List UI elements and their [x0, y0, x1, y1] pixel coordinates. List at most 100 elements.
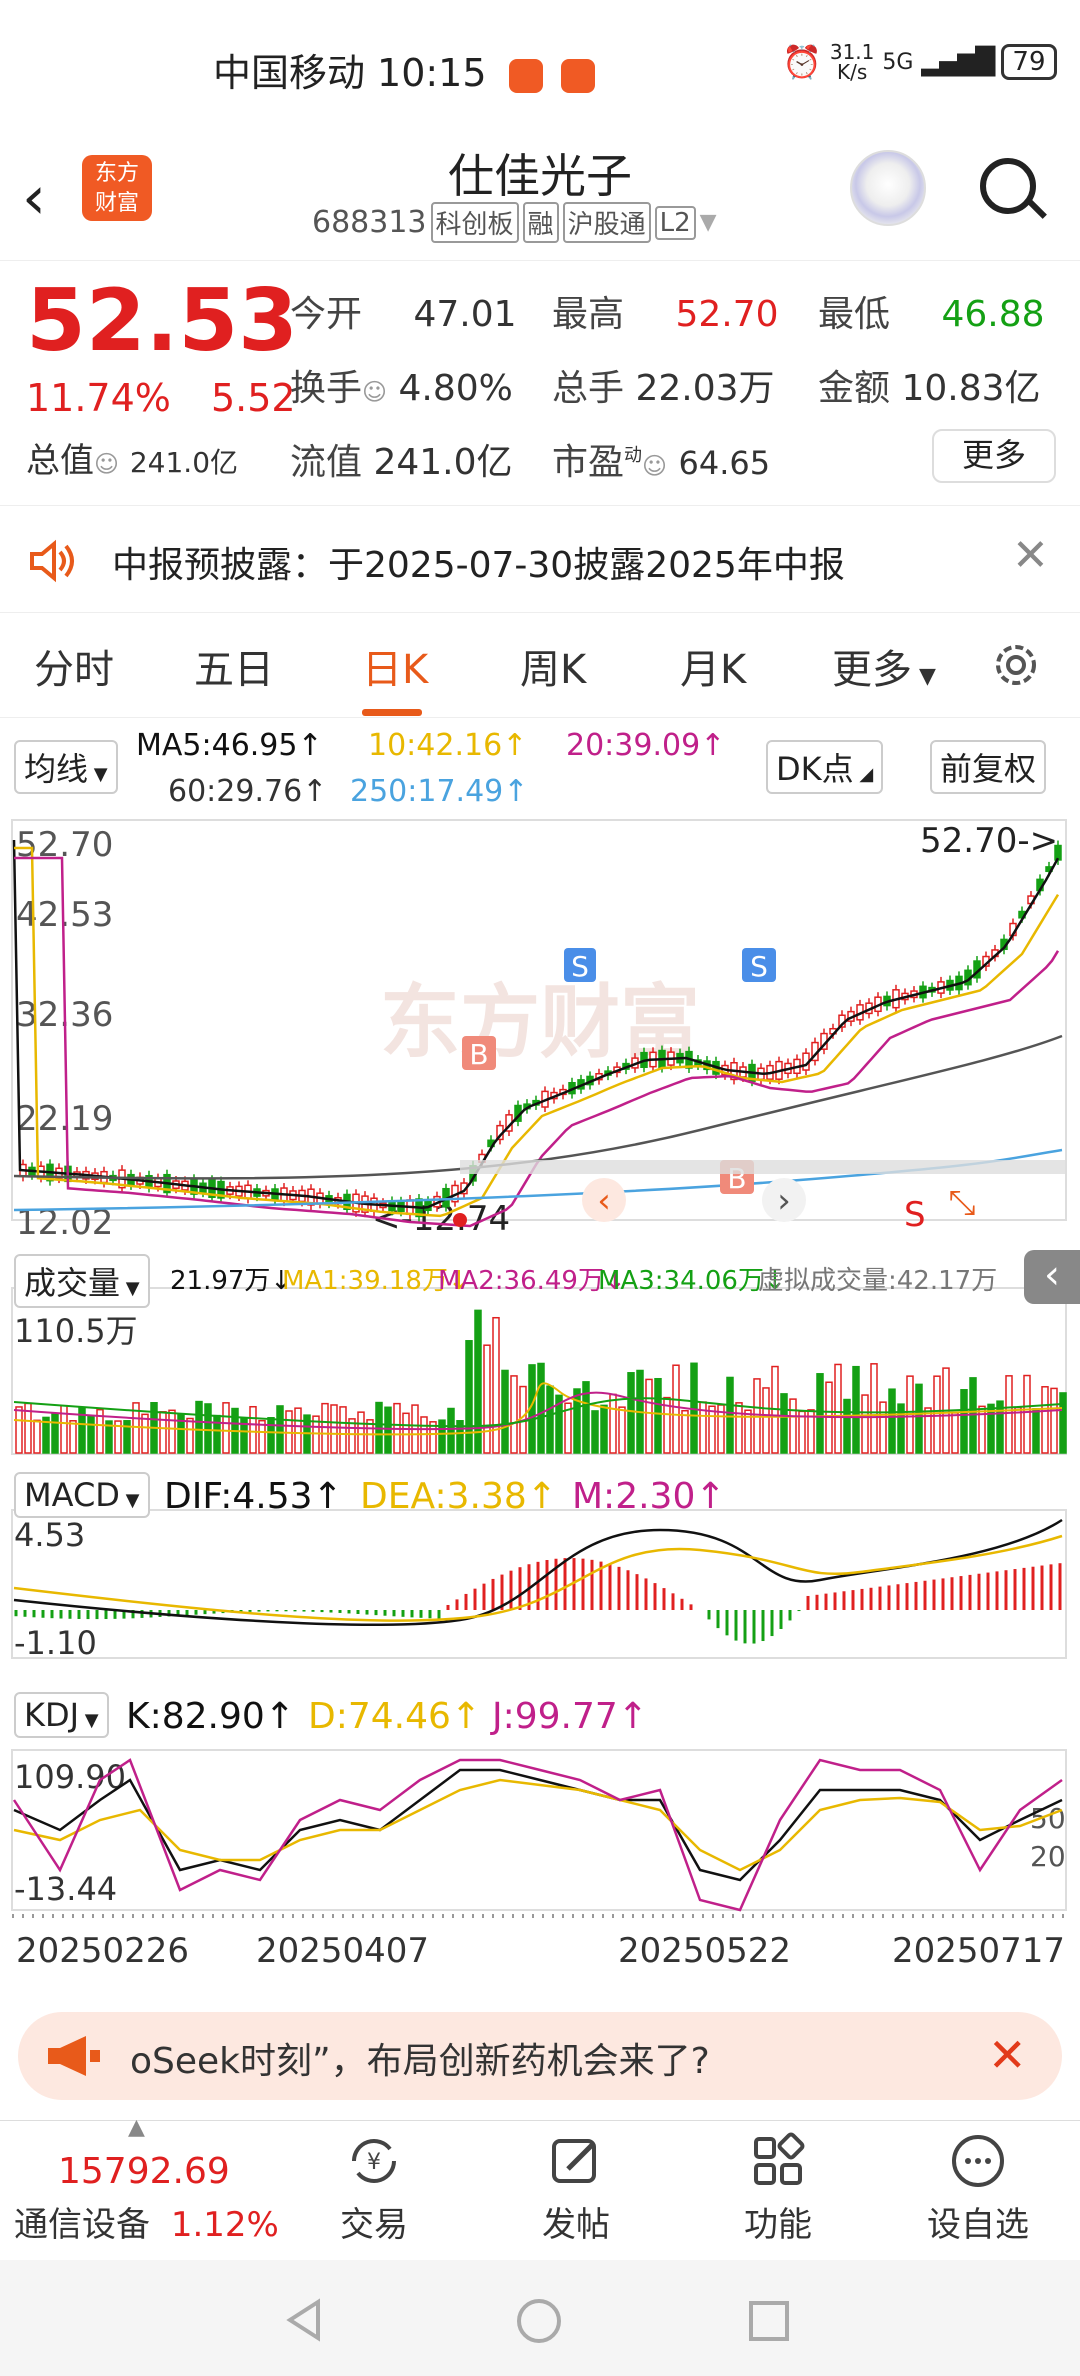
volume-bar	[321, 1402, 329, 1454]
low-cell: 最低 46.88	[818, 285, 1045, 337]
margin-tag: 融	[522, 202, 559, 243]
promo-banner[interactable]: oSeek时刻”，布局创新药机会来了? ✕	[18, 2012, 1062, 2100]
market-cap-value: 241.0亿	[129, 446, 239, 479]
open-cell: 今开 47.01	[290, 285, 517, 337]
scroll-left-icon[interactable]: ‹	[582, 1178, 626, 1222]
volume-bar	[339, 1406, 347, 1454]
volume-bar	[861, 1394, 869, 1454]
volume-bar	[789, 1398, 797, 1454]
nav-watchlist[interactable]: 设自选	[908, 2131, 1048, 2246]
volume-bar	[69, 1420, 77, 1454]
kdj-bottom-label: -13.44	[14, 1870, 117, 1908]
tab-intraday[interactable]: 分时	[34, 637, 114, 695]
volume-bar	[951, 1412, 959, 1454]
kdj-j-line	[12, 1758, 1063, 1912]
system-nav-bar	[0, 2260, 1080, 2376]
info-icon[interactable]: ☺	[362, 378, 387, 406]
volume-bar	[816, 1373, 824, 1454]
nav-recents-icon[interactable]	[748, 2300, 790, 2342]
volume-bar	[537, 1362, 545, 1454]
volume-bar	[402, 1412, 410, 1454]
kdj-select[interactable]: KDJ ▼	[14, 1692, 109, 1738]
date-label-3: 20250522	[618, 1931, 791, 1971]
kdj-top-label: 109.90	[14, 1758, 126, 1796]
index-name-row[interactable]: 通信设备 1.12%	[14, 2197, 279, 2246]
nav-home-icon[interactable]	[516, 2298, 562, 2344]
nav-functions[interactable]: 功能	[708, 2131, 848, 2246]
amount-label: 金额	[818, 368, 891, 409]
nav-back-icon[interactable]	[284, 2298, 328, 2342]
change-amount: 5.52	[211, 376, 296, 420]
scroll-right-icon[interactable]: ›	[762, 1178, 806, 1222]
close-icon[interactable]: ✕	[1012, 530, 1049, 581]
info-icon[interactable]: ☺	[642, 452, 667, 480]
tab-more[interactable]: 更多 ▼	[832, 637, 936, 695]
volume-bar	[1023, 1374, 1031, 1454]
chart-svg[interactable]: 东方财富 52.70 42.53 32.36 22.19 12.02 52.70…	[0, 720, 1080, 2000]
nav-post[interactable]: 发帖	[506, 2131, 646, 2246]
volume-bar	[1050, 1387, 1058, 1454]
quote-panel: 52.53 11.74% 5.52 总值☺ 241.0亿 今开 47.01 最高…	[0, 260, 1080, 505]
macd-select[interactable]: MACD ▼	[14, 1472, 150, 1518]
volume-bar	[222, 1402, 230, 1454]
sell-marker[interactable]: S	[742, 948, 776, 983]
nav-watchlist-label: 设自选	[927, 2205, 1029, 2245]
info-icon[interactable]: ☺	[94, 450, 119, 478]
volume-bar	[267, 1417, 275, 1454]
tab-five-day[interactable]: 五日	[194, 637, 274, 695]
volume-bar	[573, 1388, 581, 1454]
volume-cell: 总手 22.03万	[552, 359, 775, 411]
chart-tabs: 分时 五日 日K 周K 月K 更多 ▼	[0, 613, 1080, 718]
close-icon[interactable]: ✕	[988, 2028, 1027, 2082]
volume-bar	[933, 1375, 941, 1454]
status-indicators: ⏰ 31.1 K/s 5G ▂▄▆█ 79	[782, 42, 1057, 82]
volume-bar	[600, 1404, 608, 1454]
level2-tag: L2	[654, 205, 696, 240]
clock: 10:15	[377, 51, 487, 95]
buy-marker[interactable]: B	[462, 1036, 496, 1071]
gear-icon[interactable]	[988, 637, 1044, 693]
y-label-4: 22.19	[16, 1099, 113, 1139]
notification-icon	[508, 58, 543, 93]
notice-bar[interactable]: 中报预披露：于2025-07-30披露2025年中报 ✕	[0, 505, 1080, 613]
expand-icon[interactable]: ⤡	[948, 1183, 975, 1223]
float-cap-cell: 流值 241.0亿	[290, 433, 513, 485]
volume-bar	[213, 1414, 221, 1454]
search-icon[interactable]	[980, 158, 1036, 214]
index-value[interactable]: 15792.69	[58, 2151, 230, 2192]
expand-up-icon[interactable]: ▲	[128, 2115, 145, 2140]
tab-weekly-k[interactable]: 周K	[520, 637, 586, 695]
volume-bar	[510, 1375, 518, 1454]
date-label-4: 20250717	[892, 1931, 1065, 1971]
volume-bar	[330, 1404, 338, 1454]
collapse-icon[interactable]: ‹	[1024, 1250, 1080, 1304]
volume-select[interactable]: 成交量 ▼	[14, 1254, 150, 1308]
volume-bar	[618, 1406, 626, 1454]
volume-bar	[627, 1372, 635, 1454]
dropdown-icon: ▼	[912, 664, 936, 689]
volume-bar	[960, 1389, 968, 1454]
pe-sup: 动	[624, 445, 643, 466]
volume-bar	[1014, 1406, 1022, 1454]
volume-bar	[708, 1405, 716, 1454]
volume-bar	[888, 1388, 896, 1454]
macd-dif: DIF:4.53↑	[164, 1476, 343, 1517]
kdj-k: K:82.90↑	[126, 1696, 295, 1737]
stock-code: 688313	[312, 205, 427, 240]
macd-bars	[13, 1518, 1063, 1644]
tab-monthly-k[interactable]: 月K	[680, 637, 746, 695]
date-label-2: 20250407	[256, 1931, 429, 1971]
volume-bar	[465, 1340, 473, 1454]
dropdown-icon: ▼	[699, 210, 717, 235]
more-button[interactable]: 更多	[932, 429, 1056, 483]
volume-bar	[447, 1407, 455, 1454]
assistant-robot-icon[interactable]	[850, 150, 926, 226]
nav-trade[interactable]: ¥ 交易	[304, 2131, 444, 2246]
tab-daily-k[interactable]: 日K	[362, 637, 428, 695]
stock-code-row[interactable]: 688313 科创板 融 沪股通 L2 ▼	[312, 202, 717, 243]
volume-bar	[591, 1410, 599, 1454]
volume-bar	[483, 1344, 491, 1454]
volume-label: 总手	[552, 368, 625, 409]
grid-icon	[754, 2132, 805, 2185]
sell-marker[interactable]: S	[564, 948, 596, 983]
